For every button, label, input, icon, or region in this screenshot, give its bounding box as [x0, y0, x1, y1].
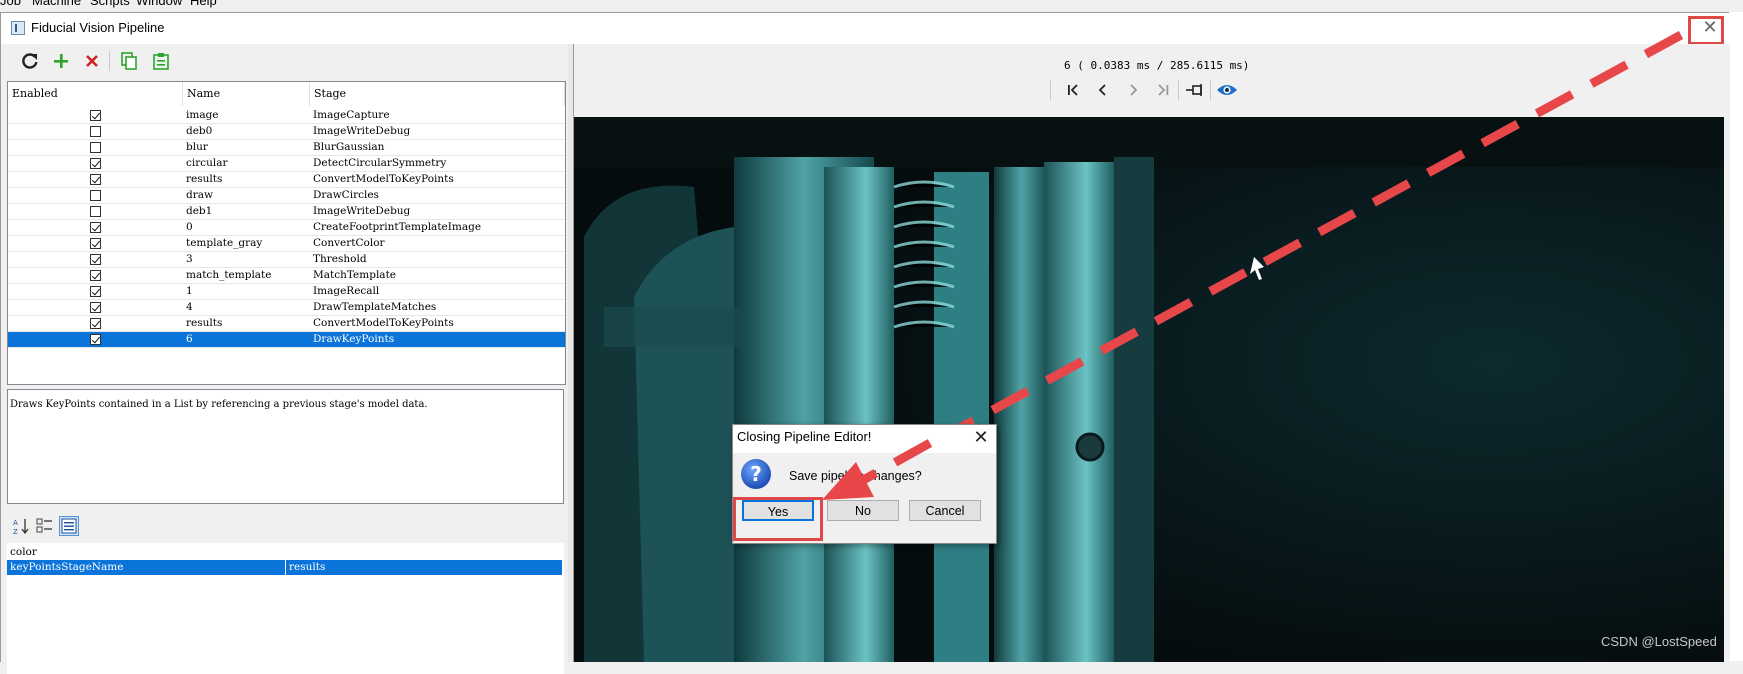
- watermark: CSDN @LostSpeed: [1601, 634, 1717, 649]
- annotation-arrow-head: [822, 439, 933, 500]
